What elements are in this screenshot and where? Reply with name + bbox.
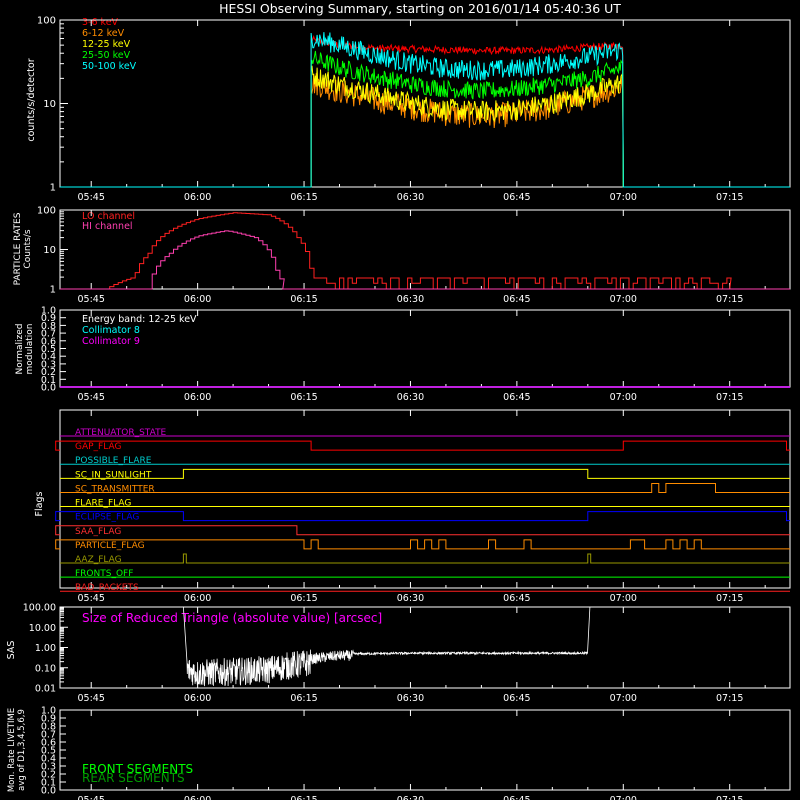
x-tick-label: 07:15 [716,392,743,403]
particle-rates-ylabel-1: PARTICLE RATES [13,212,23,285]
x-tick-label: 06:45 [503,294,530,305]
x-tick-label: 06:00 [184,294,211,305]
livetime-ylabel-2: avg of D1,3,4,5,6,9 [17,709,27,791]
x-tick-label: 06:15 [290,294,317,305]
x-tick-label: 06:15 [290,795,317,800]
x-tick-label: 06:30 [397,795,424,800]
sas-ylabel: SAS [6,641,17,660]
x-tick-label: 07:15 [716,795,743,800]
legend-12-25: 12-25 keV [82,39,131,50]
x-tick-label: 05:45 [78,593,105,604]
y-tick-label: 1 [50,183,56,194]
energy-band-label: Energy band: 12-25 keV [82,314,197,325]
x-tick-label: 07:00 [610,593,637,604]
y-tick-label: 10 [43,245,56,256]
figure-title: HESSI Observing Summary, starting on 201… [219,1,621,16]
x-tick-label: 06:15 [290,192,317,203]
x-tick-label: 05:45 [78,192,105,203]
livetime-ylabel-1: Mon. Rate LIVETIME [7,708,17,792]
x-tick-label: 05:45 [78,693,105,704]
legend-collimator-8: Collimator 8 [82,325,140,336]
flag-label: SAA_FLAG [75,527,121,537]
flags-ylabel: Flags [34,491,45,516]
x-tick-label: 05:45 [78,392,105,403]
y-tick-label: 1.00 [35,643,56,654]
y-tick-label: 10 [43,99,56,110]
x-tick-label: 07:15 [716,294,743,305]
modulation-ylabel-2: modulation [25,324,35,375]
x-tick-label: 07:00 [610,795,637,800]
y-tick-label: 0.10 [35,663,56,674]
x-tick-label: 07:15 [716,593,743,604]
x-tick-label: 06:15 [290,693,317,704]
legend-25-50: 25-50 keV [82,50,131,61]
x-tick-label: 06:45 [503,795,530,800]
y-tick-label: 1.0 [41,306,56,317]
x-tick-label: 05:45 [78,294,105,305]
modulation-ylabel-1: Normalized [15,323,25,374]
x-tick-label: 05:45 [78,795,105,800]
x-tick-label: 07:15 [716,693,743,704]
x-tick-label: 06:30 [397,192,424,203]
x-tick-label: 06:30 [397,593,424,604]
x-tick-label: 07:00 [610,693,637,704]
flag-label: PARTICLE_FLAG [75,541,145,551]
x-tick-label: 06:30 [397,294,424,305]
x-tick-label: 06:45 [503,693,530,704]
x-tick-label: 06:45 [503,392,530,403]
count-rates-ylabel: counts/s/detector [26,58,37,141]
y-tick-label: 100 [37,16,56,27]
x-tick-label: 06:00 [184,795,211,800]
x-tick-label: 07:15 [716,192,743,203]
x-tick-label: 06:00 [184,192,211,203]
x-tick-label: 07:00 [610,192,637,203]
y-tick-label: 1.0 [41,706,56,717]
legend-50-100: 50-100 keV [82,61,137,72]
x-tick-label: 06:00 [184,593,211,604]
x-tick-label: 06:00 [184,693,211,704]
x-tick-label: 06:45 [503,192,530,203]
legend-hi-channel: HI channel [82,221,133,232]
flag-label: ECLIPSE_FLAG [75,513,139,523]
x-tick-label: 07:00 [610,294,637,305]
legend-collimator-9: Collimator 9 [82,336,140,347]
y-tick-label: 1 [50,285,56,296]
x-tick-label: 06:00 [184,392,211,403]
y-tick-label: 0.01 [35,684,56,695]
y-tick-label: 100 [37,206,56,217]
flag-label: GAP_FLAG [75,442,121,452]
legend-6-12: 6-12 keV [82,28,125,39]
x-tick-label: 06:30 [397,392,424,403]
y-tick-label: 10.00 [29,623,56,634]
x-tick-label: 06:15 [290,593,317,604]
x-tick-label: 07:00 [610,392,637,403]
sas-annotation: Size of Reduced Triangle (absolute value… [82,611,382,625]
y-tick-label: 100.00 [23,603,56,614]
legend-rear-segments: REAR SEGMENTS [82,771,185,785]
x-tick-label: 06:30 [397,693,424,704]
x-tick-label: 06:45 [503,593,530,604]
particle-rates-ylabel-2: Counts/s [23,229,33,268]
x-tick-label: 06:15 [290,392,317,403]
hessi-summary-figure: HESSI Observing Summary, starting on 201… [0,0,800,800]
legend-3-6: 3-6 keV [82,17,119,28]
